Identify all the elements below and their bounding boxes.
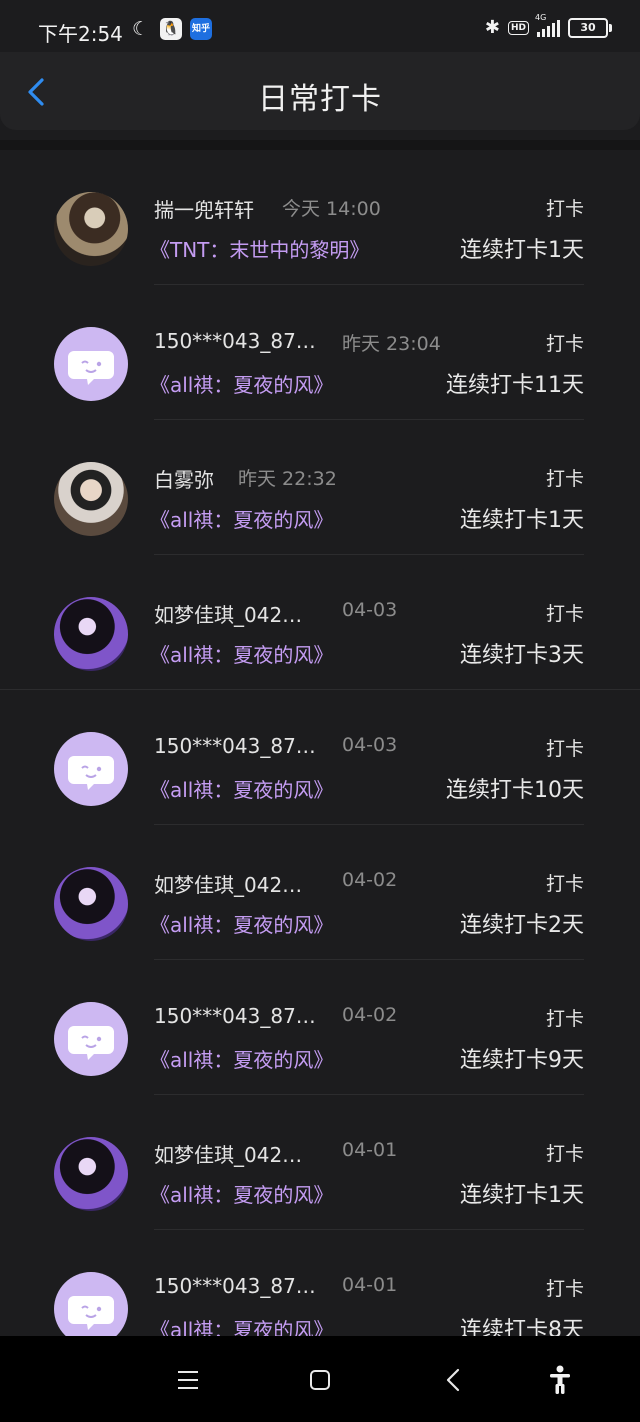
menu-button[interactable]	[170, 1362, 206, 1398]
list-item[interactable]: 150***043_87… 04-03 打卡《all祺：夏夜的风》 连续打卡10天	[0, 690, 640, 825]
checkin-label: 打卡	[545, 1008, 584, 1030]
streak-count: 连续打卡9天	[460, 1048, 584, 1073]
bluetooth-icon: ✱	[484, 17, 500, 38]
status-time: 下午2:54	[38, 22, 123, 46]
book-title-link[interactable]: 《all祺：夏夜的风》	[150, 504, 333, 533]
default-avatar[interactable]	[54, 732, 128, 806]
list-item[interactable]: 如梦佳琪_042… 04-02 打卡《all祺：夏夜的风》 连续打卡2天	[0, 825, 640, 960]
zhihu-icon: 知乎	[190, 18, 212, 40]
back-triangle-icon	[446, 1368, 460, 1392]
page-title: 日常打卡	[258, 82, 382, 117]
network-type: 4G	[535, 13, 547, 22]
avatar[interactable]	[54, 1137, 128, 1211]
checkin-label: 打卡	[545, 603, 584, 625]
checkin-time: 04-01	[342, 1274, 398, 1296]
avatar[interactable]	[54, 192, 128, 266]
book-title-link[interactable]: 《all祺：夏夜的风》	[150, 1179, 333, 1208]
chat-bubble-icon	[68, 351, 114, 385]
streak-count: 连续打卡1天	[460, 1183, 584, 1208]
checkin-label: 打卡	[545, 198, 584, 220]
default-avatar[interactable]	[54, 327, 128, 401]
checkin-time: 今天 14:00	[282, 198, 381, 220]
streak-count: 连续打卡2天	[460, 913, 584, 938]
checkin-time: 昨天 23:04	[342, 333, 441, 355]
book-title-link[interactable]: 《all祺：夏夜的风》	[150, 909, 333, 938]
user-name: 白雾弥	[154, 468, 214, 492]
accessibility-icon	[550, 1365, 570, 1394]
battery-icon: 30	[568, 18, 612, 38]
streak-count: 连续打卡3天	[460, 643, 584, 668]
user-name: 揣一兜轩轩	[154, 198, 254, 222]
user-name: 150***043_87…	[154, 1274, 316, 1298]
checkin-label: 打卡	[545, 738, 584, 760]
checkin-time: 04-02	[342, 869, 398, 891]
book-title-link[interactable]: 《all祺：夏夜的风》	[150, 369, 333, 398]
checkin-time: 04-01	[342, 1139, 398, 1161]
user-name: 150***043_87…	[154, 1004, 316, 1028]
list-item[interactable]: 揣一兜轩轩 今天 14:00 打卡《TNT：末世中的黎明》 连续打卡1天	[0, 150, 640, 285]
default-avatar[interactable]	[54, 1272, 128, 1346]
checkin-label: 打卡	[545, 468, 584, 490]
book-title-link[interactable]: 《all祺：夏夜的风》	[150, 774, 333, 803]
user-name: 如梦佳琪_042…	[154, 603, 303, 627]
book-title-link[interactable]: 《all祺：夏夜的风》	[150, 1044, 333, 1073]
avatar[interactable]	[54, 462, 128, 536]
checkin-label: 打卡	[545, 1143, 584, 1165]
avatar[interactable]	[54, 867, 128, 941]
qq-icon: 🐧	[160, 18, 182, 40]
signal-icon: 4G	[535, 13, 560, 37]
user-name: 150***043_87…	[154, 329, 316, 353]
default-avatar[interactable]	[54, 1002, 128, 1076]
user-name: 如梦佳琪_042…	[154, 873, 303, 897]
avatar[interactable]	[54, 597, 128, 671]
list-item[interactable]: 如梦佳琪_042… 04-01 打卡《all祺：夏夜的风》 连续打卡1天	[0, 1095, 640, 1230]
system-back-button[interactable]	[436, 1362, 472, 1398]
streak-count: 连续打卡10天	[446, 778, 584, 803]
chat-bubble-icon	[68, 1296, 114, 1330]
accessibility-button[interactable]	[542, 1362, 578, 1398]
moon-icon: ☾	[132, 18, 150, 40]
checkin-label: 打卡	[545, 1278, 584, 1300]
chat-bubble-icon	[68, 1026, 114, 1060]
user-name: 150***043_87…	[154, 734, 316, 758]
checkin-time: 昨天 22:32	[238, 468, 337, 490]
header-divider	[0, 140, 640, 150]
hd-icon: HD	[507, 21, 529, 35]
book-title-link[interactable]: 《all祺：夏夜的风》	[150, 639, 333, 668]
checkin-time: 04-02	[342, 1004, 398, 1026]
checkin-label: 打卡	[545, 333, 584, 355]
chat-bubble-icon	[68, 756, 114, 790]
home-button[interactable]	[302, 1362, 338, 1398]
menu-icon	[178, 1371, 198, 1389]
streak-count: 连续打卡1天	[460, 508, 584, 533]
list-item[interactable]: 白雾弥 昨天 22:32 打卡《all祺：夏夜的风》 连续打卡1天	[0, 420, 640, 555]
system-nav-bar	[0, 1336, 640, 1422]
checkin-time: 04-03	[342, 734, 398, 756]
list-item[interactable]: 如梦佳琪_042… 04-03 打卡《all祺：夏夜的风》 连续打卡3天	[0, 555, 640, 690]
user-name: 如梦佳琪_042…	[154, 1143, 303, 1167]
checkin-time: 04-03	[342, 599, 398, 621]
square-icon	[310, 1370, 330, 1390]
app-header: 日常打卡	[0, 52, 640, 130]
list-item[interactable]: 150***043_87… 昨天 23:04 打卡《all祺：夏夜的风》 连续打卡11…	[0, 285, 640, 420]
streak-count: 连续打卡11天	[446, 373, 584, 398]
streak-count: 连续打卡1天	[460, 238, 584, 263]
list-item[interactable]: 150***043_87… 04-02 打卡《all祺：夏夜的风》 连续打卡9天	[0, 960, 640, 1095]
checkin-label: 打卡	[545, 873, 584, 895]
book-title-link[interactable]: 《TNT：末世中的黎明》	[150, 234, 369, 263]
